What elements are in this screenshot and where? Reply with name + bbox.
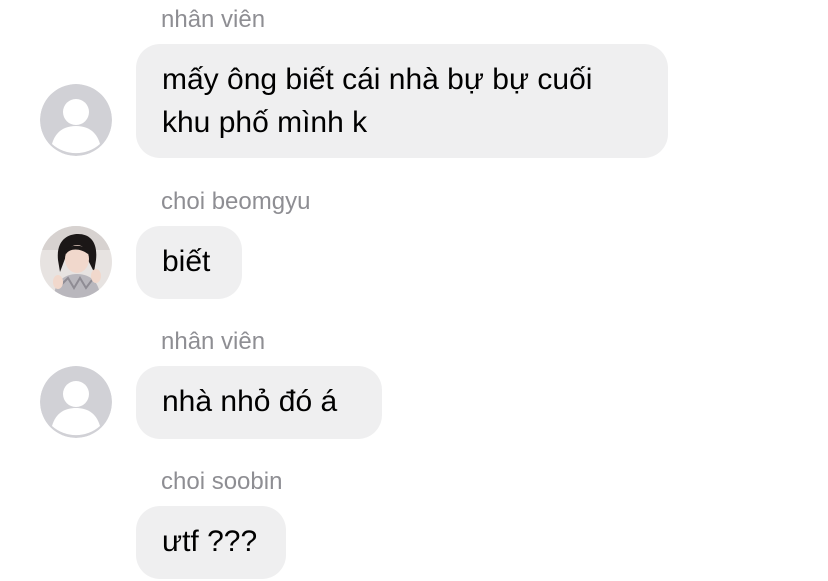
message-bubble[interactable]: ưtf ??? xyxy=(136,506,286,579)
message-bubble[interactable]: mấy ông biết cái nhà bự bự cuối khu phố … xyxy=(136,44,668,158)
default-avatar-icon[interactable] xyxy=(40,84,112,156)
sender-name: choi soobin xyxy=(161,468,283,495)
message-text-line: biết xyxy=(162,245,211,278)
message-text-line: mấy ông biết cái nhà bự bự cuối xyxy=(162,63,593,96)
sender-name: choi beomgyu xyxy=(161,188,311,215)
default-avatar-icon[interactable] xyxy=(40,366,112,438)
profile-photo[interactable] xyxy=(40,226,112,298)
message-bubble[interactable]: biết xyxy=(136,226,242,299)
sender-name: nhân viên xyxy=(161,6,266,33)
message-text-line: ưtf ??? xyxy=(162,525,258,558)
message-text-line: nhà nhỏ đó á xyxy=(162,385,338,418)
chat-thread: nhân viên mấy ông biết cái nhà bự bự cuố… xyxy=(0,0,828,581)
message-text-line: khu phố mình k xyxy=(162,106,368,139)
sender-name: nhân viên xyxy=(161,328,266,355)
message-bubble[interactable]: nhà nhỏ đó á xyxy=(136,366,382,439)
